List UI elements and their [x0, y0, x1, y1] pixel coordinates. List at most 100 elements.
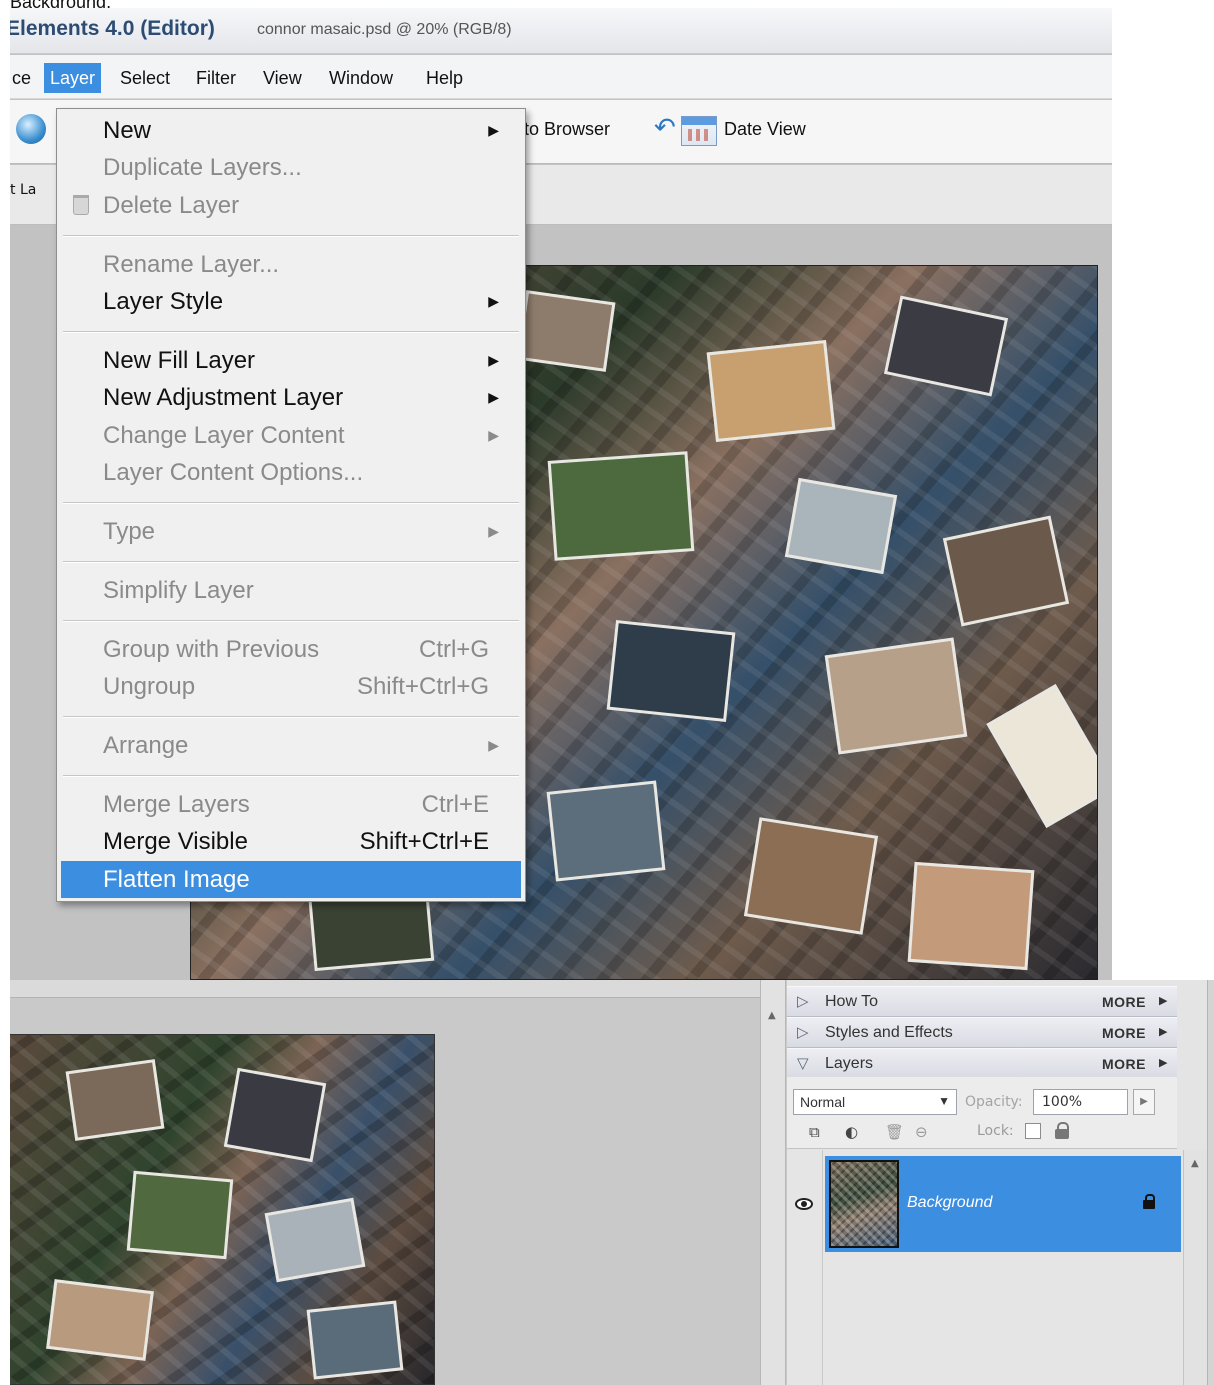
menu-item-ungroup[interactable]: Ungroup Shift+Ctrl+G: [61, 668, 521, 705]
submenu-arrow-icon: ▶: [488, 352, 499, 368]
menu-separator: [63, 775, 519, 777]
palette-layers[interactable]: ▽ Layers MORE ▶: [787, 1048, 1177, 1079]
menu-separator: [63, 502, 519, 504]
menu-separator: [63, 716, 519, 718]
menu-item-layer-content-options[interactable]: Layer Content Options...: [61, 454, 521, 491]
more-button[interactable]: MORE: [1102, 1056, 1146, 1072]
menu-layer[interactable]: Layer: [44, 63, 102, 93]
more-arrow-icon: ▶: [1159, 994, 1168, 1007]
menu-item-type[interactable]: Type ▶: [61, 513, 521, 550]
menu-item-change-layer-content[interactable]: Change Layer Content ▶: [61, 417, 521, 454]
menu-separator: [63, 561, 519, 563]
trash-icon: [73, 195, 89, 215]
lock-icon: [1143, 1194, 1155, 1210]
layer-row-background[interactable]: Background: [825, 1156, 1181, 1252]
vertical-scrollbar[interactable]: ▲: [760, 980, 786, 1385]
photo-tile: [907, 861, 1035, 971]
adjustment-layer-icon[interactable]: ◐: [845, 1123, 858, 1141]
panel-edge: [1207, 980, 1214, 1385]
lock-all-icon[interactable]: [1055, 1122, 1069, 1139]
shortcut-label: Ctrl+E: [421, 791, 489, 818]
photo-tile: [547, 451, 695, 561]
dropdown-arrow-icon: ▼: [938, 1094, 950, 1108]
menu-help[interactable]: Help: [420, 63, 469, 93]
photo-tile: [65, 1059, 165, 1141]
scroll-up-icon[interactable]: ▲: [768, 1010, 776, 1021]
photo-tile: [546, 780, 666, 882]
photo-tile: [883, 295, 1009, 397]
photo-tile: [986, 684, 1097, 828]
menu-item-arrange[interactable]: Arrange ▶: [61, 727, 521, 764]
calendar-icon[interactable]: [681, 116, 717, 146]
menu-item-group-with-previous[interactable]: Group with Previous Ctrl+G: [61, 631, 521, 668]
more-button[interactable]: MORE: [1102, 1025, 1146, 1041]
menu-item-simplify-layer[interactable]: Simplify Layer: [61, 572, 521, 609]
menu-separator: [63, 620, 519, 622]
menu-item-new-fill-layer[interactable]: New Fill Layer ▶: [61, 342, 521, 379]
more-arrow-icon: ▶: [1159, 1056, 1168, 1069]
menu-item-flatten-image[interactable]: Flatten Image: [61, 861, 521, 898]
menu-select[interactable]: Select: [114, 63, 176, 93]
submenu-arrow-icon: ▶: [488, 293, 499, 309]
opacity-slider-button[interactable]: ▶: [1133, 1089, 1155, 1115]
menu-item-new[interactable]: New ▶: [61, 112, 521, 149]
palette-how-to[interactable]: ▷ How To MORE ▶: [787, 986, 1177, 1017]
menu-item-merge-visible[interactable]: Merge Visible Shift+Ctrl+E: [61, 823, 521, 860]
new-layer-icon[interactable]: ⧉: [809, 1123, 820, 1141]
photo-tile: [306, 1300, 404, 1380]
expand-triangle-icon[interactable]: ▷: [797, 1023, 809, 1041]
delete-layer-icon[interactable]: 🗑: [885, 1123, 904, 1141]
menu-item-new-adjustment-layer[interactable]: New Adjustment Layer ▶: [61, 379, 521, 416]
menu-separator: [63, 331, 519, 333]
title-bar: Elements 4.0 (Editor) connor masaic.psd …: [10, 8, 1112, 54]
screenshot-root: Background. Elements 4.0 (Editor) connor…: [0, 0, 1214, 1385]
date-view-button[interactable]: Date View: [724, 119, 806, 140]
link-layers-icon[interactable]: ⊖: [915, 1123, 928, 1141]
menu-item-layer-style[interactable]: Layer Style ▶: [61, 283, 521, 320]
eye-icon[interactable]: [795, 1198, 813, 1210]
more-arrow-icon: ▶: [1159, 1025, 1168, 1038]
submenu-arrow-icon: ▶: [488, 523, 499, 539]
menu-space[interactable]: ce: [10, 63, 37, 93]
palette-styles-and-effects[interactable]: ▷ Styles and Effects MORE ▶: [787, 1017, 1177, 1048]
layers-options: Normal ▼ Opacity: 100% ▶ ⧉ ◐ 🗑 ⊖ Lock:: [787, 1077, 1177, 1149]
more-button[interactable]: MORE: [1102, 994, 1146, 1010]
shortcut-label: Shift+Ctrl+G: [356, 673, 489, 700]
layers-scrollbar[interactable]: ▲: [1183, 1150, 1207, 1385]
flattened-image-canvas[interactable]: [10, 1034, 435, 1385]
photo-tile: [942, 515, 1070, 627]
lock-transparency-checkbox[interactable]: [1025, 1123, 1041, 1139]
photo-tile: [46, 1279, 154, 1361]
submenu-arrow-icon: ▶: [488, 427, 499, 443]
photo-browser-button[interactable]: oto Browser: [514, 119, 610, 140]
menu-item-duplicate-layers[interactable]: Duplicate Layers...: [61, 149, 521, 186]
editor-window-top: Elements 4.0 (Editor) connor masaic.psd …: [10, 8, 1112, 980]
menu-filter[interactable]: Filter: [190, 63, 242, 93]
photo-tile: [743, 817, 879, 935]
menu-separator: [63, 235, 519, 237]
layer-name: Background: [907, 1194, 993, 1211]
collapse-triangle-icon[interactable]: ▽: [797, 1054, 809, 1072]
photo-tile: [516, 290, 616, 372]
opacity-label: Opacity:: [965, 1094, 1023, 1110]
menu-bar: ce Layer Select Filter View Window Help: [10, 55, 1112, 99]
scroll-up-icon[interactable]: ▲: [1191, 1158, 1199, 1169]
app-title: Elements 4.0 (Editor): [10, 17, 215, 40]
menu-item-merge-layers[interactable]: Merge Layers Ctrl+E: [61, 786, 521, 823]
menu-item-rename-layer[interactable]: Rename Layer...: [61, 246, 521, 283]
blend-mode-select[interactable]: Normal ▼: [793, 1089, 957, 1115]
opacity-input[interactable]: 100%: [1033, 1089, 1128, 1115]
return-arrow-icon[interactable]: ↶: [654, 114, 682, 142]
globe-icon[interactable]: [16, 114, 46, 144]
layer-thumbnail: [829, 1160, 899, 1248]
menu-item-delete-layer[interactable]: Delete Layer: [61, 187, 521, 224]
menu-window[interactable]: Window: [323, 63, 399, 93]
menu-view[interactable]: View: [257, 63, 308, 93]
expand-triangle-icon[interactable]: ▷: [797, 992, 809, 1010]
layer-menu-dropdown: New ▶ Duplicate Layers... Delete Layer Re…: [56, 108, 526, 902]
shortcut-label: Shift+Ctrl+E: [359, 828, 489, 855]
lock-label: Lock:: [977, 1123, 1014, 1139]
submenu-arrow-icon: ▶: [488, 122, 499, 138]
photo-tile: [606, 619, 736, 723]
photo-tile: [223, 1067, 327, 1163]
